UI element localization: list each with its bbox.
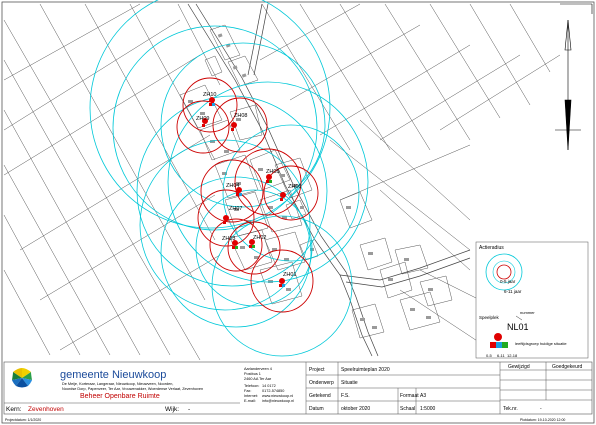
title-block: gemeente Nieuwkoop De Meije, Korteraar, … bbox=[3, 361, 593, 422]
svg-text:Aarlanderveen 4: Aarlanderveen 4 bbox=[244, 367, 272, 371]
svg-text:A3: A3 bbox=[420, 393, 426, 399]
svg-text:Zevenhoven: Zevenhoven bbox=[28, 406, 64, 413]
svg-text:nummer: nummer bbox=[520, 310, 535, 315]
svg-text:1:5000: 1:5000 bbox=[420, 406, 436, 412]
svg-text:Wijk:: Wijk: bbox=[165, 406, 179, 413]
svg-text:Telefoon:: Telefoon: bbox=[244, 384, 259, 388]
svg-text:NL01: NL01 bbox=[507, 322, 529, 332]
svg-text:ZH01: ZH01 bbox=[283, 272, 296, 278]
legend: Actieradius 0-5 jaar 6-11 jaar Speelplek… bbox=[475, 241, 589, 359]
svg-text:2460 AA Ter Aar: 2460 AA Ter Aar bbox=[244, 377, 272, 381]
svg-text:Internet:: Internet: bbox=[244, 394, 258, 398]
svg-text:Onderwerp: Onderwerp bbox=[309, 380, 334, 386]
legend-playground-dot bbox=[494, 333, 502, 341]
svg-text:Projectdatum: 1/1/2020: Projectdatum: 1/1/2020 bbox=[5, 418, 41, 422]
svg-text:Fax:: Fax: bbox=[244, 389, 251, 393]
svg-text:ZH03: ZH03 bbox=[222, 236, 235, 242]
svg-text:F.S.: F.S. bbox=[341, 393, 350, 399]
legend-age-6-11 bbox=[496, 342, 502, 348]
svg-text:www.nieuwkoop.nl: www.nieuwkoop.nl bbox=[262, 394, 293, 398]
svg-text:Kern:: Kern: bbox=[6, 406, 22, 413]
svg-text:Plotdatum: 19-10-2020 12:00: Plotdatum: 19-10-2020 12:00 bbox=[520, 418, 565, 422]
svg-text:ZH07: ZH07 bbox=[229, 206, 242, 212]
municipality-logo-icon bbox=[11, 367, 33, 389]
svg-text:Speelplek: Speelplek bbox=[479, 315, 500, 320]
svg-text:ZH05: ZH05 bbox=[266, 169, 279, 175]
svg-text:Project: Project bbox=[309, 367, 325, 373]
svg-text:Beheer Openbare Ruimte: Beheer Openbare Ruimte bbox=[80, 393, 160, 400]
map-sheet: ZH10 ZH09 ZH08 ZH05 ZH06 ZH04 ZH07 ZH03 … bbox=[1, 0, 595, 424]
svg-text:ZH06: ZH06 bbox=[288, 184, 301, 190]
svg-text:ZH09: ZH09 bbox=[196, 116, 209, 122]
svg-text:Goedgekeurd: Goedgekeurd bbox=[552, 364, 583, 370]
svg-text:0-5 jaar: 0-5 jaar bbox=[500, 279, 516, 284]
svg-text:Postbus 1: Postbus 1 bbox=[244, 372, 261, 376]
svg-text:Formaat: Formaat bbox=[400, 393, 419, 399]
svg-text:ZH02: ZH02 bbox=[253, 235, 266, 241]
svg-text:Gewijzigd: Gewijzigd bbox=[508, 364, 530, 370]
svg-text:Situatie: Situatie bbox=[341, 380, 358, 386]
legend-age-12-18 bbox=[502, 342, 508, 348]
svg-text:ZH08: ZH08 bbox=[234, 113, 247, 119]
svg-text:0-5: 0-5 bbox=[486, 353, 493, 358]
svg-text:Tek.nr.: Tek.nr. bbox=[503, 406, 518, 412]
legend-age-0-5 bbox=[490, 342, 496, 348]
svg-text:6-11 jaar: 6-11 jaar bbox=[504, 289, 522, 294]
svg-text:ZH10: ZH10 bbox=[203, 92, 216, 98]
svg-text:oktober 2020: oktober 2020 bbox=[341, 406, 370, 412]
svg-text:6-11: 6-11 bbox=[497, 353, 505, 358]
svg-text:Actieradius: Actieradius bbox=[479, 245, 504, 251]
svg-text:gemeente Nieuwkoop: gemeente Nieuwkoop bbox=[60, 369, 166, 381]
svg-text:12-18: 12-18 bbox=[507, 353, 518, 358]
svg-text:leeftijdsgroep huidige situati: leeftijdsgroep huidige situatie bbox=[515, 341, 567, 346]
svg-text:Noordse Dorp, Papenveer, Ter A: Noordse Dorp, Papenveer, Ter Aar, Vrouwe… bbox=[62, 387, 203, 391]
svg-text:Speelruimteplan 2020: Speelruimteplan 2020 bbox=[341, 367, 390, 373]
svg-text:ZH04: ZH04 bbox=[226, 183, 239, 189]
svg-text:Datum: Datum bbox=[309, 406, 324, 412]
svg-text:Schaal: Schaal bbox=[400, 406, 415, 412]
svg-text:Getekend: Getekend bbox=[309, 393, 331, 399]
svg-text:E-mail:: E-mail: bbox=[244, 399, 256, 403]
svg-text:De Meije, Korteraar, Langeraar: De Meije, Korteraar, Langeraar, Nieuwkoo… bbox=[62, 382, 173, 386]
svg-text:-: - bbox=[188, 406, 190, 413]
svg-text:info@nieuwkoop.nl: info@nieuwkoop.nl bbox=[262, 399, 294, 403]
svg-text:0172-574850: 0172-574850 bbox=[262, 389, 284, 393]
svg-text:14 0172: 14 0172 bbox=[262, 384, 276, 388]
